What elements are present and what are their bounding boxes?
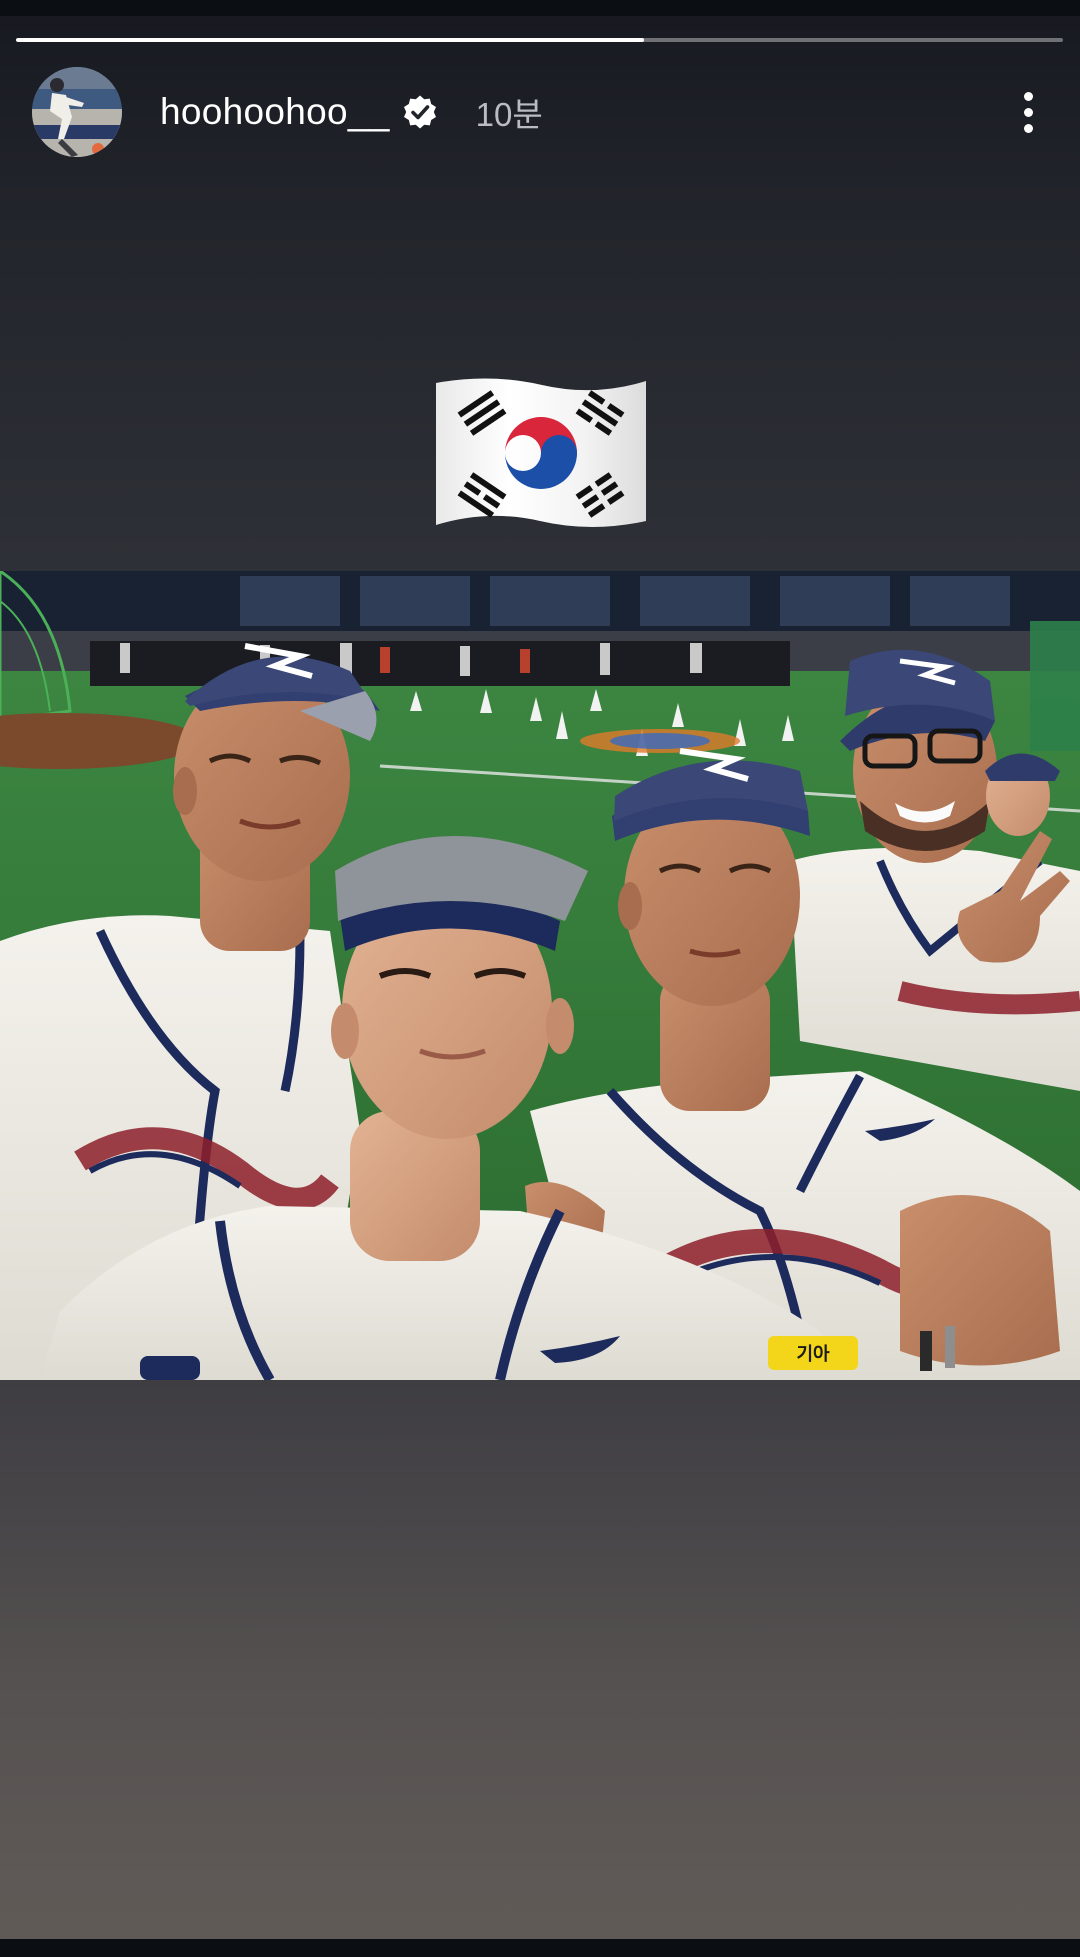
post-time: 10분 [475,96,543,133]
status-strip [0,0,1080,16]
team-selfie-image: 기아 [0,571,1080,1380]
story-progress-bar [16,38,1063,42]
story-photo: 기아 [0,571,1080,1380]
more-dot [1023,91,1033,101]
more-dot [1023,123,1033,133]
verified-badge-icon [402,94,438,130]
more-vertical-icon[interactable] [1008,82,1048,142]
more-dot [1023,107,1033,117]
author-username[interactable]: hoohoohoo__ [160,91,390,133]
story-progress-fill [16,38,645,42]
navigation-strip [0,1939,1080,1957]
story-viewer[interactable]: hoohoohoo__ 10분 기아 [0,0,1080,1957]
story-header: hoohoohoo__ 10분 [32,66,1048,158]
avatar-photo-icon [32,67,122,157]
south-korea-flag-sticker[interactable] [430,375,652,535]
author-avatar[interactable] [32,67,122,157]
jersey-patch-text: 기아 [796,1344,830,1365]
